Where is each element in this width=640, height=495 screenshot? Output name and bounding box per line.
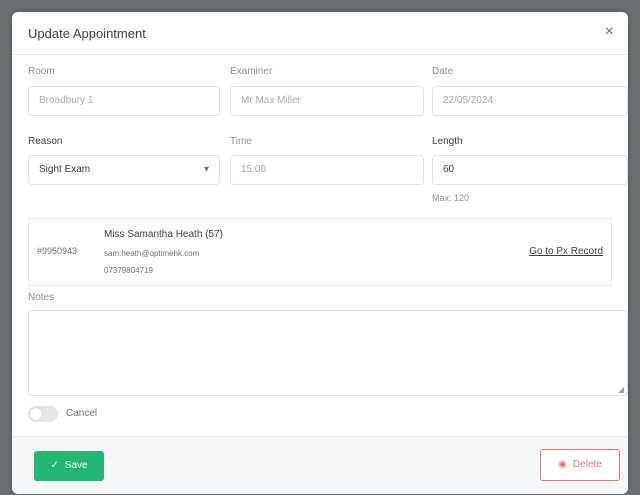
modal-header: Update Appointment × [12,12,628,55]
date-field: 22/05/2024 [432,86,628,116]
check-icon: ✓ [50,460,59,471]
cancel-label: Cancel [66,408,98,419]
time-label: Time [230,136,252,147]
examiner-field: Mr Max Miller [230,86,424,116]
update-appointment-modal: Update Appointment × Room Broadbury 1 Ex… [12,12,628,494]
reason-value: Sight Exam [39,164,91,175]
save-label: Save [64,460,88,471]
save-button[interactable]: ✓ Save [34,451,104,481]
date-label: Date [432,66,454,77]
patient-email: sam.heath@optimehk.com [104,249,200,258]
delete-label: Delete [572,459,602,470]
modal-footer: ✓ Save ◉ Delete [12,436,628,494]
chevron-down-icon: ▾ [203,164,209,175]
reason-label: Reason [28,136,63,147]
delete-button[interactable]: ◉ Delete [540,449,620,481]
toggle-knob [30,408,42,420]
examiner-label: Examiner [230,66,273,77]
patient-record-link[interactable]: Go to Px Record [529,246,603,257]
close-icon[interactable]: × [605,23,614,41]
patient-phone: 07379804719 [104,266,153,275]
cancel-toggle[interactable] [28,406,58,422]
reason-select[interactable]: Sight Exam ▾ [28,155,220,185]
time-field: 15:00 [230,155,424,185]
notes-label: Notes [28,292,55,303]
room-field: Broadbury 1 [28,86,220,116]
patient-name: Miss Samantha Heath (57) [104,229,223,240]
modal-title: Update Appointment [28,26,146,41]
length-label: Length [432,136,463,147]
length-input[interactable]: 60 [432,155,628,185]
patient-card: #9950943 Miss Samantha Heath (57) sam.he… [28,218,612,286]
trash-icon: ◉ [558,459,567,470]
notes-textarea[interactable] [28,310,628,396]
room-label: Room [28,66,55,77]
length-max-hint: Max: 120 [432,193,470,203]
patient-id: #9950943 [37,246,78,256]
